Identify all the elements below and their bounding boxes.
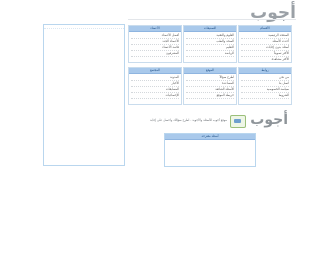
menu-link[interactable]: الأكثر مشاهدة <box>241 57 289 62</box>
menu-card-3: الأعضاء أفضل الأعضاء الأعضاء الجدد قائمة… <box>128 25 182 63</box>
site-tagline: موقع أجوب للأسئلة والأجوبة - اطرح سؤالك … <box>150 118 227 122</box>
menu-card-1: الأقسام الصفحة الرئيسية أحدث الأسئلة أسئ… <box>238 25 292 63</box>
calendar-icon <box>230 115 246 128</box>
menu-link[interactable]: خريطة الموقع <box>186 93 234 99</box>
content-panel <box>43 24 125 166</box>
menu-link[interactable]: الشروط <box>241 93 289 99</box>
menu-link[interactable]: الرياضة <box>186 51 234 57</box>
content-panel-top-border <box>44 25 124 29</box>
header-divider <box>128 19 296 20</box>
menu-card-4: روابط من نحن اتصل بنا سياسة الخصوصية الش… <box>238 67 292 105</box>
brand-row: موقع أجوب للأسئلة والأجوبة - اطرح سؤالك … <box>128 112 292 130</box>
menu-card-6: المجتمع المدونة الأخبار المسابقات الإحصا… <box>128 67 182 105</box>
site-logo[interactable]: أجوب <box>250 3 296 23</box>
suggestions-panel-title: أسئلة مقترحة <box>165 134 255 140</box>
brand-logo[interactable]: أجوب <box>250 112 288 128</box>
menu-link[interactable]: الإحصائيات <box>131 93 179 99</box>
menu-link[interactable]: المشرفون <box>131 51 179 57</box>
menu-card-2: التصنيفات العلوم والتقنية الصحة والطب ال… <box>183 25 237 63</box>
suggestions-panel: أسئلة مقترحة <box>164 133 256 167</box>
menu-card-5: الموقع اطرح سؤالاً المساعدة الأسئلة الشا… <box>183 67 237 105</box>
